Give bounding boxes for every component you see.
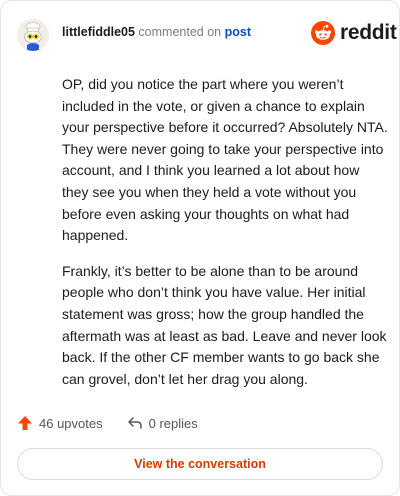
view-conversation-button[interactable]: View the conversation [17, 448, 383, 480]
upvote-arrow-icon [18, 416, 32, 430]
reddit-logo-icon [311, 21, 335, 45]
reddit-wordmark: reddit [340, 21, 397, 44]
reddit-logo[interactable]: reddit [311, 21, 397, 45]
username-link[interactable]: littlefiddle05 [62, 25, 135, 39]
comment-actions: 46 upvotes 0 replies [17, 415, 198, 431]
upvote-button[interactable]: 46 upvotes [17, 415, 103, 431]
avatar-snoo-icon [17, 19, 49, 51]
comment-paragraph: Frankly, it’s better to be alone than to… [62, 262, 387, 387]
comment-embed-card: littlefiddle05 commented on post reddit … [0, 0, 400, 496]
comment-body: OP, did you notice the part where you we… [62, 74, 388, 404]
avatar[interactable] [17, 19, 49, 51]
comment-paragraph: OP, did you notice the part where you we… [62, 76, 388, 244]
reply-arrow-icon [127, 417, 142, 429]
upvote-count: 46 upvotes [39, 415, 103, 431]
post-link[interactable]: post [225, 25, 251, 39]
action-text: commented on [138, 25, 222, 39]
reply-count: 0 replies [148, 415, 198, 431]
reply-button[interactable]: 0 replies [127, 415, 198, 431]
comment-meta: littlefiddle05 commented on post [62, 25, 251, 39]
